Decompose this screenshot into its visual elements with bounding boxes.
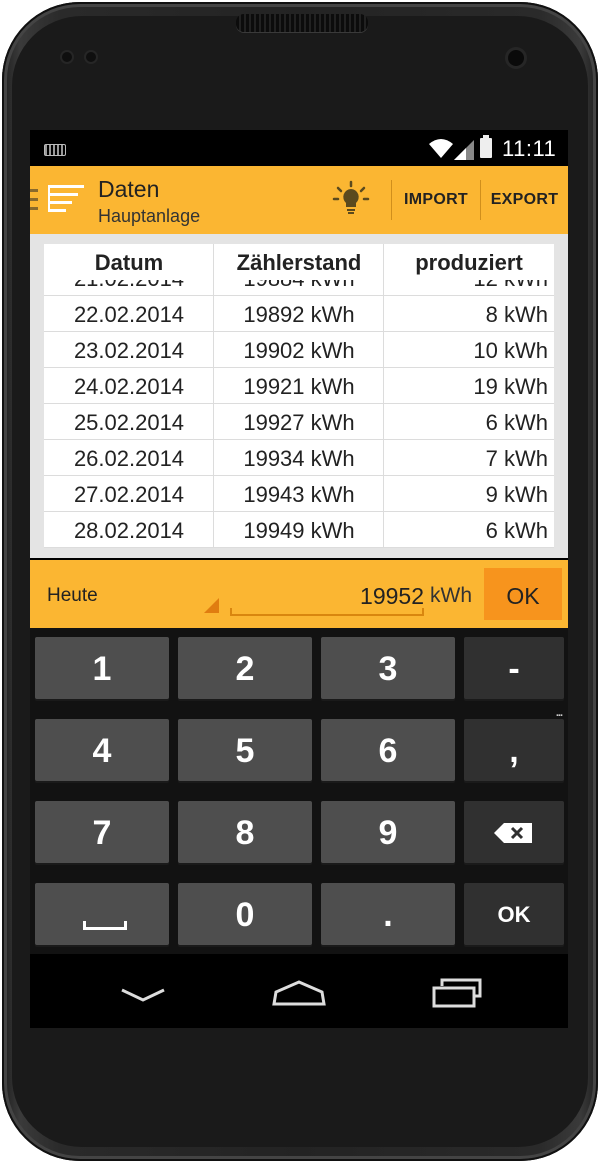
proximity-sensor <box>62 52 72 62</box>
entry-bar: Heute 19952 kWh OK <box>30 560 568 628</box>
day-spinner-label[interactable]: Heute <box>47 560 98 628</box>
drawer-menu-icon[interactable] <box>30 185 88 215</box>
battery-icon <box>480 135 492 158</box>
cell-date: 28.02.2014 <box>73 518 185 543</box>
column-header-produced[interactable]: produziert <box>384 244 554 280</box>
key-dot[interactable]: . <box>321 883 455 945</box>
column-divider <box>213 244 214 548</box>
cell-meter: 19943 kWh <box>243 482 355 507</box>
content-area: 21.02.2014 19884 kWh 12 kWh 22.02.2014 1… <box>30 234 568 558</box>
cell-produced: 7 kWh <box>485 446 548 471</box>
column-divider <box>383 244 384 548</box>
cell-produced: 10 kWh <box>473 338 548 363</box>
key-7[interactable]: 7 <box>35 801 169 863</box>
navigation-bar <box>30 954 568 1028</box>
cell-produced: 6 kWh <box>485 518 548 543</box>
cell-date: 24.02.2014 <box>73 374 185 399</box>
table-row[interactable]: 25.02.2014 19927 kWh 6 kWh <box>44 404 554 440</box>
column-header-date[interactable]: Datum <box>44 244 214 280</box>
table-row[interactable]: 27.02.2014 19943 kWh 9 kWh <box>44 476 554 512</box>
cell-date: 27.02.2014 <box>73 482 185 507</box>
key-3[interactable]: 3 <box>321 637 455 699</box>
back-icon[interactable] <box>120 988 166 1002</box>
status-bar: 11:11 <box>30 130 568 166</box>
cell-meter: 19902 kWh <box>243 338 355 363</box>
table-row[interactable]: 28.02.2014 19949 kWh 6 kWh <box>44 512 554 548</box>
table-row[interactable]: 24.02.2014 19921 kWh 19 kWh <box>44 368 554 404</box>
key-minus-label: - <box>508 650 520 688</box>
recents-icon[interactable] <box>432 978 482 1008</box>
key-2[interactable]: 2 <box>178 637 312 699</box>
key-backspace[interactable] <box>464 801 564 863</box>
clock: 11:11 <box>502 136 557 161</box>
cell-meter: 19927 kWh <box>243 410 355 435</box>
cell-date: 22.02.2014 <box>73 302 185 327</box>
column-header-meter[interactable]: Zählerstand <box>214 244 384 280</box>
table-row[interactable]: 26.02.2014 19934 kWh 7 kWh <box>44 440 554 476</box>
cell-meter: 19934 kWh <box>243 446 355 471</box>
front-camera <box>508 50 524 66</box>
key-space[interactable] <box>35 883 169 965</box>
import-button[interactable]: IMPORT <box>392 166 480 234</box>
key-9[interactable]: 9 <box>321 801 455 863</box>
cell-produced: 6 kWh <box>485 410 548 435</box>
key-6[interactable]: 6 <box>321 719 455 781</box>
cell-meter: 19921 kWh <box>243 374 355 399</box>
ok-button[interactable]: OK <box>484 568 562 620</box>
data-table[interactable]: 21.02.2014 19884 kWh 12 kWh 22.02.2014 1… <box>44 244 554 548</box>
key-minus[interactable]: - <box>464 637 564 719</box>
cell-meter: 19892 kWh <box>243 302 355 327</box>
key-ok[interactable]: OK <box>464 883 564 965</box>
space-icon <box>83 921 127 930</box>
cell-produced: 8 kWh <box>485 302 548 327</box>
action-bar: Daten Hauptanlage IMPORT EXPORT <box>30 166 568 234</box>
light-sensor <box>86 52 96 62</box>
wifi-icon <box>429 139 453 158</box>
cell-produced: 19 kWh <box>473 374 548 399</box>
unit-label: kWh <box>430 584 472 607</box>
meter-value-input[interactable]: 19952 <box>230 574 424 616</box>
table-row[interactable]: 22.02.2014 19892 kWh 8 kWh <box>44 296 554 332</box>
signal-icon <box>454 140 474 160</box>
earpiece-speaker <box>236 14 368 32</box>
numeric-keyboard: 1 2 3 - 4 5 6 , 7 8 9 0 . OK <box>30 628 568 965</box>
spinner-arrow-icon[interactable] <box>204 598 219 613</box>
table-header: Datum Zählerstand produziert <box>44 244 554 280</box>
key-5[interactable]: 5 <box>178 719 312 781</box>
keyboard-notification-icon <box>44 144 66 156</box>
key-4[interactable]: 4 <box>35 719 169 781</box>
table-row[interactable]: 23.02.2014 19902 kWh 10 kWh <box>44 332 554 368</box>
backspace-icon <box>494 823 532 843</box>
table-body[interactable]: 21.02.2014 19884 kWh 12 kWh 22.02.2014 1… <box>44 244 554 548</box>
cell-date: 23.02.2014 <box>73 338 185 363</box>
key-0[interactable]: 0 <box>178 883 312 945</box>
cell-date: 26.02.2014 <box>73 446 185 471</box>
cell-date: 25.02.2014 <box>73 410 185 435</box>
lightbulb-icon[interactable] <box>332 180 370 218</box>
page-subtitle: Hauptanlage <box>98 206 201 226</box>
export-button[interactable]: EXPORT <box>481 166 568 234</box>
screen: 11:11 Daten Hauptanlage IMPORT EXPORT 22… <box>30 130 568 1028</box>
key-8[interactable]: 8 <box>178 801 312 863</box>
cell-meter: 19949 kWh <box>243 518 355 543</box>
key-1[interactable]: 1 <box>35 637 169 699</box>
key-comma[interactable]: , <box>464 719 564 781</box>
home-icon[interactable] <box>272 980 326 1006</box>
key-ok-label: OK <box>497 902 531 927</box>
page-title: Daten <box>98 176 160 202</box>
cell-produced: 9 kWh <box>485 482 548 507</box>
